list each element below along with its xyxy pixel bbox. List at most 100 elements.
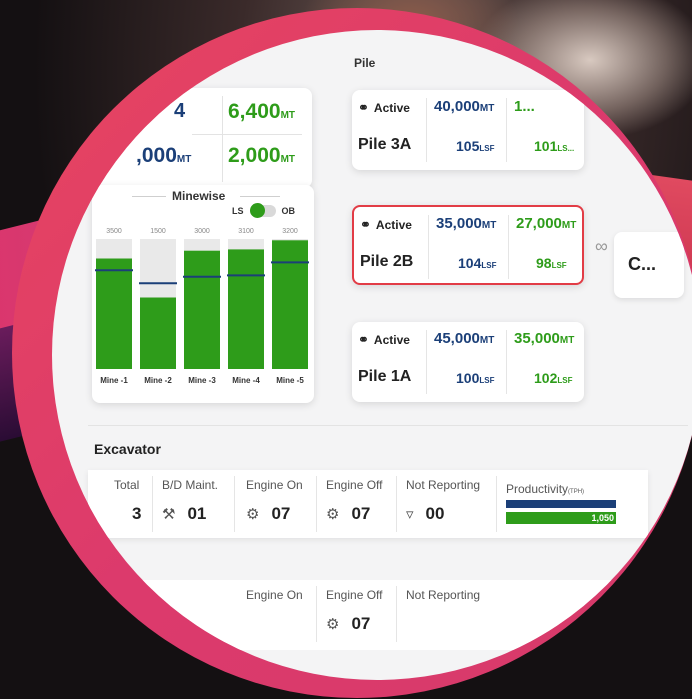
bar-category-label: Mine -4 — [232, 376, 260, 385]
pile-lsf-actual: 101LS... — [534, 138, 575, 154]
toggle-label-ls: LS — [232, 206, 244, 216]
engine-off-stat[interactable]: Engine Off ⚙ 07 — [326, 588, 382, 634]
ls-ob-toggle[interactable]: LS OB — [232, 203, 296, 218]
toggle-knob — [249, 203, 265, 218]
divider — [316, 476, 317, 532]
pile-lsf-actual: 102LSF — [534, 370, 573, 386]
excavator-title: Excavator — [94, 441, 161, 457]
dashboard-stage: 4 6,400MT ,000MT 2,000MT Minewise LS OB … — [52, 30, 692, 680]
pile-value-actual: 35,000MT — [514, 330, 575, 347]
summary-value: 2,000MT — [228, 144, 296, 167]
pile-name: Pile 3A — [358, 136, 412, 153]
activity-icon: ⚭ — [358, 332, 369, 347]
bar-target-label: 3500 — [106, 228, 122, 235]
engine-off-label: Engine Off — [326, 478, 383, 492]
bar-fill — [96, 258, 132, 369]
bar-target-label: 3100 — [238, 228, 254, 235]
pile-value-target: 35,000MT — [436, 215, 497, 232]
bar-category-label: Mine -3 — [188, 376, 216, 385]
pile-value-target: 40,000MT — [434, 98, 495, 115]
side-card-label: C... — [628, 254, 657, 274]
link-icon: ∞ — [595, 236, 608, 256]
summary-value-left: ,000MT — [136, 144, 192, 167]
pile-status: ⚭ Active — [358, 100, 410, 115]
divider — [396, 586, 397, 642]
bd-maint-stat[interactable]: B/D Maint. ⚒ 01 — [162, 478, 218, 524]
bar-target-label: 3200 — [282, 228, 298, 235]
activity-icon: ⚭ — [360, 217, 371, 232]
engine-off-value: ⚙ 07 — [326, 614, 371, 633]
signal-off-icon: ▿ — [406, 506, 414, 523]
title-rule — [132, 196, 166, 197]
engine-off-label: Engine Off — [326, 588, 383, 602]
toggle-label-ob: OB — [281, 206, 296, 216]
pile-name: Pile 1A — [358, 368, 412, 385]
not-reporting-stat[interactable]: Not Reporting ▿ 00 — [406, 478, 480, 524]
bar-fill — [272, 240, 308, 369]
engine-on-label: Engine On — [246, 588, 303, 602]
pile-lsf-actual: 98LSF — [536, 255, 567, 271]
pile-value-actual: 27,000MT — [516, 215, 577, 232]
divider — [152, 476, 153, 532]
productivity-bar-actual: 1,050 — [506, 512, 616, 524]
divider — [426, 330, 427, 394]
bar-fill — [228, 249, 264, 369]
bar-target-label: 3000 — [194, 228, 210, 235]
engine-on-stat[interactable]: Engine On ⚙ 07 — [246, 478, 303, 524]
divider — [192, 134, 302, 135]
bar-fill — [184, 250, 220, 369]
excavator-stats-bar: Total 3 B/D Maint. ⚒ 01 Engine On ⚙ 07 Eng… — [88, 470, 648, 538]
not-reporting-label: Not Reporting — [406, 588, 481, 602]
bar-fill — [140, 297, 176, 369]
productivity-label: Productivity(TPH) — [506, 482, 585, 496]
divider — [234, 476, 235, 532]
pile-value-actual: 1... — [514, 98, 535, 115]
pile-value-target: 45,000MT — [434, 330, 495, 347]
pile-card-selected[interactable]: ⚭ Active Pile 2B 35,000MT 27,000MT 104LSF 98LS… — [352, 205, 584, 285]
summary-card: 4 6,400MT ,000MT 2,000MT — [92, 88, 312, 188]
engine-on-value: ⚙ 07 — [246, 504, 291, 523]
not-reporting-value: ▿ 00 — [406, 504, 445, 523]
pile-card[interactable]: ⚭ Active Pile 1A 45,000MT 35,000MT 100LSF 102L… — [352, 322, 584, 402]
engine-on-stat[interactable]: Engine On — [246, 588, 303, 602]
engine-off-icon: ⚙ — [326, 616, 340, 633]
bar-category-label: Mine -1 — [100, 376, 128, 385]
productivity-bar-target — [506, 500, 616, 508]
bar-category-label: Mine -2 — [144, 376, 172, 385]
bd-maint-label: B/D Maint. — [162, 478, 219, 492]
divider — [506, 98, 507, 162]
activity-icon: ⚭ — [358, 100, 369, 115]
summary-value-left: 4 — [174, 100, 186, 122]
pile-lsf-target: 100LSF — [456, 370, 495, 386]
tools-icon: ⚒ — [162, 506, 176, 523]
minewise-card: Minewise LS OB 3500 Mine -1 1500 Mine -2 300… — [92, 185, 314, 403]
pile-lsf-target: 104LSF — [458, 255, 497, 271]
pile-card[interactable]: ⚭ Active Pile 3A 40,000MT 1... 105LSF 101LS... — [352, 90, 584, 170]
engine-off-stat[interactable]: Engine Off ⚙ 07 — [326, 478, 382, 524]
divider — [222, 96, 223, 182]
total-stat[interactable]: Total 3 — [114, 478, 141, 524]
magnifier-lens: 4 6,400MT ,000MT 2,000MT Minewise LS OB … — [52, 30, 692, 680]
pile-status: ⚭ Active — [358, 332, 410, 347]
pile-section-title: Pile — [354, 56, 376, 70]
pile-lsf-target: 105LSF — [456, 138, 495, 154]
minewise-title: Minewise — [172, 189, 226, 203]
divider — [508, 215, 509, 279]
second-stats-bar: Engine On Engine Off ⚙ 07 Not Reporting — [88, 580, 648, 650]
engine-off-value: ⚙ 07 — [326, 504, 371, 523]
toggle-switch[interactable] — [249, 203, 276, 218]
divider — [426, 98, 427, 162]
divider — [496, 476, 497, 532]
section-divider — [88, 425, 688, 426]
divider — [506, 330, 507, 394]
engine-icon: ⚙ — [246, 506, 260, 523]
pile-status: ⚭ Active — [360, 217, 412, 232]
divider — [316, 586, 317, 642]
pile-name: Pile 2B — [360, 253, 414, 270]
divider — [396, 476, 397, 532]
side-card[interactable]: C... — [614, 232, 684, 298]
minewise-bar-chart: 3500 Mine -1 1500 Mine -2 3000 Mine -3 3100 Min… — [95, 228, 309, 385]
not-reporting-label: Not Reporting — [406, 478, 481, 492]
title-rule — [240, 196, 280, 197]
not-reporting-stat[interactable]: Not Reporting — [406, 588, 480, 602]
